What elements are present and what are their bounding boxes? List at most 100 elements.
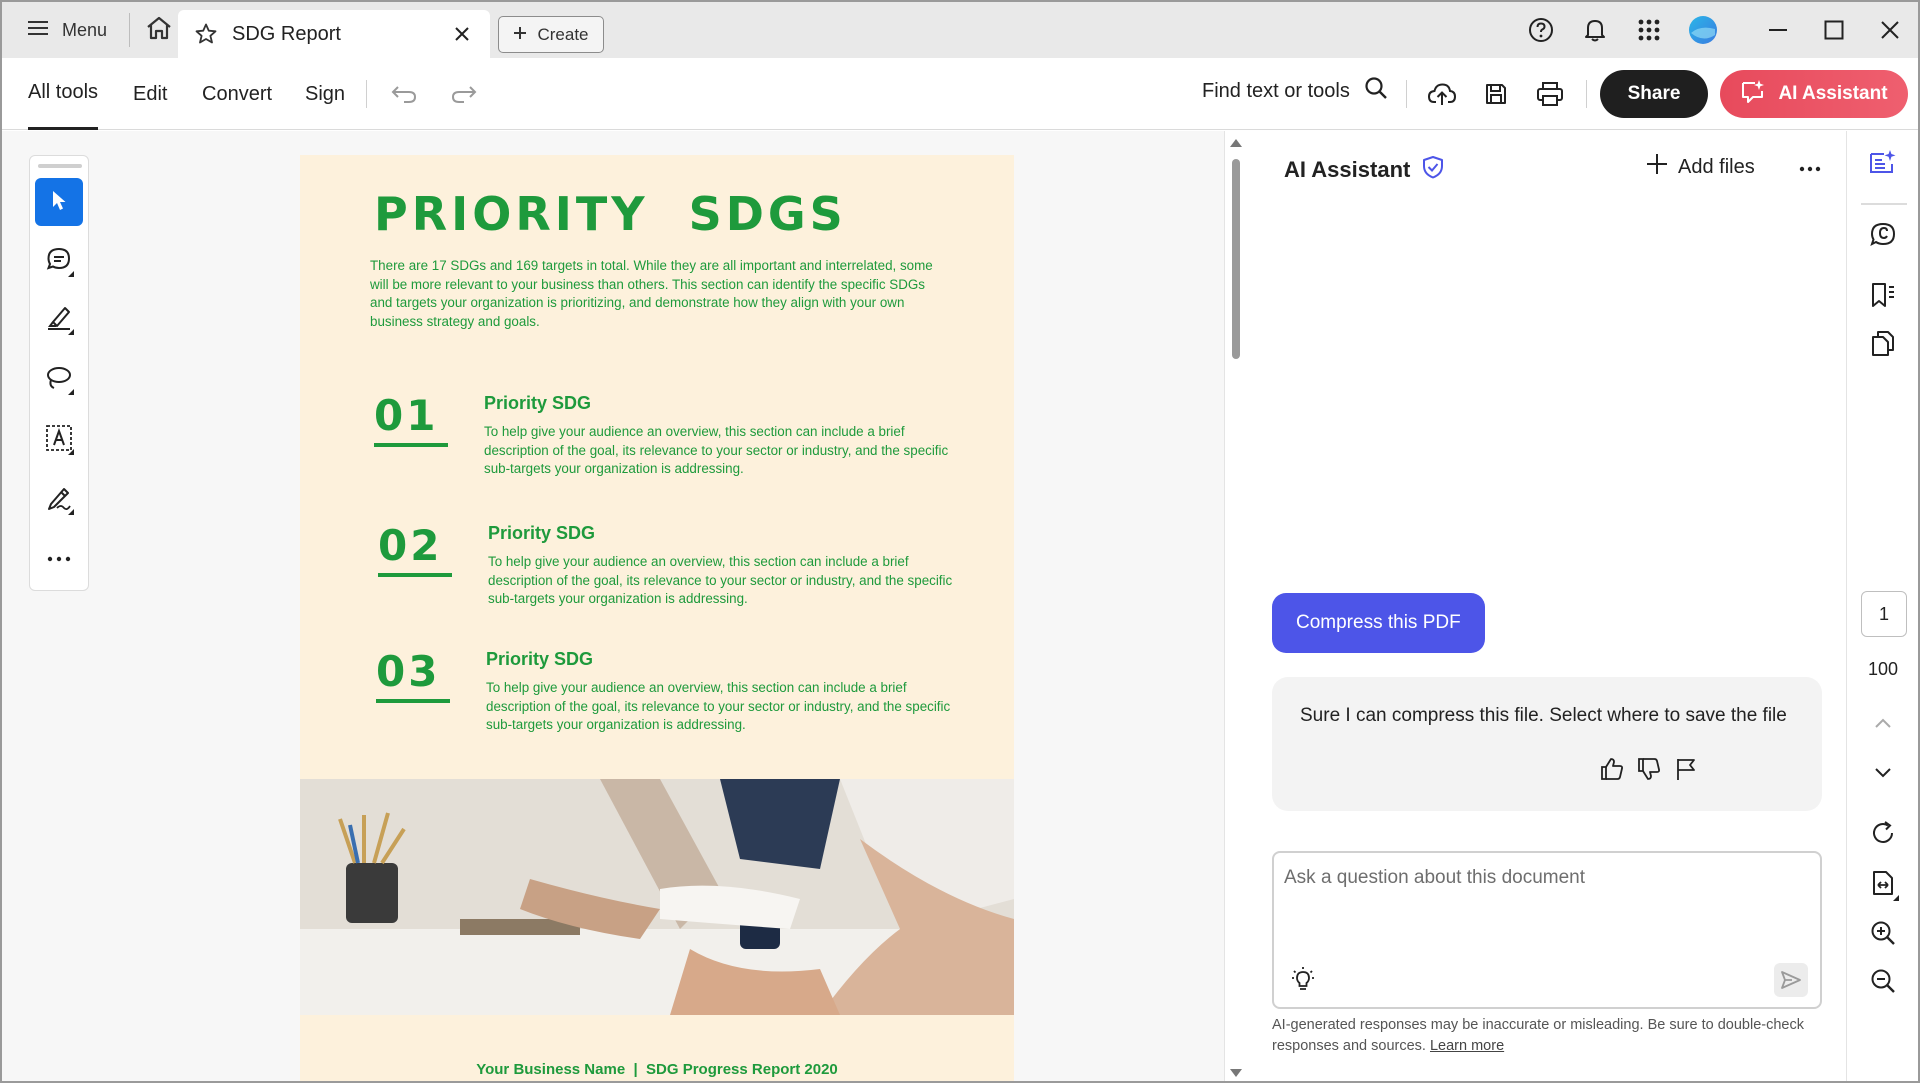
- sdg-underline: [374, 443, 448, 447]
- plus-icon: [1646, 153, 1668, 181]
- chevron-up-icon: [1874, 716, 1892, 734]
- maximize-icon[interactable]: [1806, 2, 1862, 58]
- tab-convert[interactable]: Convert: [202, 58, 272, 130]
- panel-grip[interactable]: [38, 164, 82, 168]
- ai-disclaimer: AI-generated responses may be inaccurate…: [1272, 1015, 1832, 1057]
- more-dots-icon[interactable]: [1794, 153, 1826, 185]
- avatar[interactable]: [1676, 2, 1730, 58]
- sdg-description: To help give your audience an overview, …: [484, 424, 949, 476]
- ai-assistant-label: AI Assistant: [1778, 83, 1888, 104]
- sdg-underline: [376, 699, 450, 703]
- save-icon[interactable]: [1478, 76, 1514, 112]
- zoom-in-button[interactable]: [1863, 915, 1903, 955]
- ai-assistant-button[interactable]: AI Assistant: [1720, 70, 1908, 118]
- create-button[interactable]: Create: [498, 16, 604, 53]
- create-label: Create: [537, 24, 589, 44]
- ask-question-input[interactable]: [1284, 863, 1804, 893]
- scroll-thumb[interactable]: [1232, 159, 1240, 359]
- zoom-out-icon: [1869, 967, 1897, 1000]
- select-tool-button[interactable]: [35, 178, 83, 226]
- sdg-number: 03: [376, 647, 441, 696]
- next-page-button[interactable]: [1863, 755, 1903, 795]
- share-button[interactable]: Share: [1600, 70, 1708, 118]
- minimize-icon[interactable]: [1750, 2, 1806, 58]
- more-dots-icon: [47, 549, 71, 567]
- sign-tool-button[interactable]: [35, 476, 83, 524]
- attach-comment-icon: [1869, 221, 1897, 254]
- thumbs-up-icon[interactable]: [1596, 753, 1628, 785]
- window-close-icon[interactable]: [1862, 2, 1918, 58]
- bell-icon[interactable]: [1568, 2, 1622, 58]
- tab-all-tools[interactable]: All tools: [28, 58, 99, 130]
- add-files-button[interactable]: Add files: [1646, 153, 1755, 181]
- star-icon[interactable]: [194, 22, 218, 46]
- zoom-out-button[interactable]: [1863, 963, 1903, 1003]
- thumbs-down-icon[interactable]: [1633, 753, 1665, 785]
- ai-panel-header: AI Assistant: [1284, 155, 1444, 185]
- lightbulb-icon[interactable]: [1288, 965, 1318, 995]
- more-tools-button[interactable]: [35, 534, 83, 582]
- comment-tool-button[interactable]: [35, 238, 83, 286]
- tab-edit-label: Edit: [133, 82, 168, 105]
- sdg-description: To help give your audience an overview, …: [488, 554, 953, 606]
- pages-rail-button[interactable]: [1863, 325, 1903, 365]
- comments-rail-button[interactable]: [1863, 217, 1903, 257]
- tab-sign-label: Sign: [305, 82, 346, 105]
- find-tools-search[interactable]: Find text or tools: [1202, 76, 1388, 106]
- submenu-indicator: [68, 329, 74, 335]
- hamburger-icon: [28, 20, 48, 41]
- menu-label: Menu: [62, 19, 108, 40]
- close-icon[interactable]: [448, 20, 476, 48]
- learn-more-link[interactable]: Learn more: [1430, 1038, 1504, 1054]
- app-window: Menu SDG Report Create All tools Edit Co…: [0, 0, 1920, 1083]
- add-text-tool-button[interactable]: [35, 416, 83, 464]
- page-number-input[interactable]: 1: [1861, 591, 1907, 637]
- quick-tools-panel: [29, 155, 89, 591]
- user-message-text: Compress this PDF: [1296, 612, 1461, 633]
- menu-button[interactable]: Menu: [2, 2, 129, 58]
- sdg-heading: Priority SDG: [486, 649, 594, 669]
- scroll-up-arrow[interactable]: [1230, 139, 1242, 147]
- search-icon: [1364, 76, 1388, 106]
- ai-assistant-panel: AI Assistant Add files Compress this PDF…: [1246, 131, 1846, 1081]
- disclaimer-text: AI-generated responses may be inaccurate…: [1272, 1017, 1804, 1054]
- ai-assistant-rail-button[interactable]: [1863, 145, 1903, 185]
- print-icon[interactable]: [1532, 76, 1568, 112]
- tab-all-tools-label: All tools: [28, 81, 99, 103]
- ai-panel-title: AI Assistant: [1284, 157, 1411, 182]
- office-photo: [300, 779, 1014, 1015]
- shield-check-icon[interactable]: [1422, 155, 1444, 185]
- divider: [366, 80, 367, 108]
- rotate-button[interactable]: [1863, 815, 1903, 855]
- bookmark-icon: [1869, 281, 1897, 314]
- tab-sign[interactable]: Sign: [305, 58, 345, 130]
- bookmarks-rail-button[interactable]: [1863, 277, 1903, 317]
- send-icon[interactable]: [1774, 963, 1808, 997]
- pdf-page[interactable]: PRIORITY SDGS There are 17 SDGs and 169 …: [300, 155, 1014, 1081]
- scroll-down-arrow[interactable]: [1230, 1069, 1242, 1077]
- assistant-reply-text: Sure I can compress this file. Select wh…: [1300, 705, 1787, 726]
- apps-grid-icon[interactable]: [1622, 2, 1676, 58]
- fit-page-button[interactable]: [1863, 865, 1903, 905]
- document-tab[interactable]: SDG Report: [178, 10, 490, 58]
- previous-page-button[interactable]: [1863, 705, 1903, 745]
- tab-title: SDG Report: [232, 22, 341, 45]
- tab-edit[interactable]: Edit: [133, 58, 167, 130]
- share-label: Share: [1627, 83, 1681, 104]
- highlight-tool-button[interactable]: [35, 296, 83, 344]
- redo-icon[interactable]: [448, 78, 480, 110]
- assistant-reply-card: Sure I can compress this file. Select wh…: [1272, 677, 1822, 811]
- help-icon[interactable]: [1514, 2, 1568, 58]
- undo-icon[interactable]: [388, 78, 420, 110]
- document-canvas[interactable]: PRIORITY SDGS There are 17 SDGs and 169 …: [2, 131, 1224, 1081]
- divider: [1586, 80, 1587, 108]
- page-title: PRIORITY SDGS: [374, 187, 847, 241]
- upload-cloud-icon[interactable]: [1424, 76, 1460, 112]
- draw-tool-button[interactable]: [35, 356, 83, 404]
- ask-question-box[interactable]: [1272, 851, 1822, 1009]
- sdg-description: To help give your audience an overview, …: [486, 680, 951, 732]
- document-scrollbar[interactable]: [1224, 131, 1246, 1081]
- select-pointer-icon: [50, 189, 68, 216]
- flag-icon[interactable]: [1670, 753, 1702, 785]
- home-icon: [145, 15, 173, 46]
